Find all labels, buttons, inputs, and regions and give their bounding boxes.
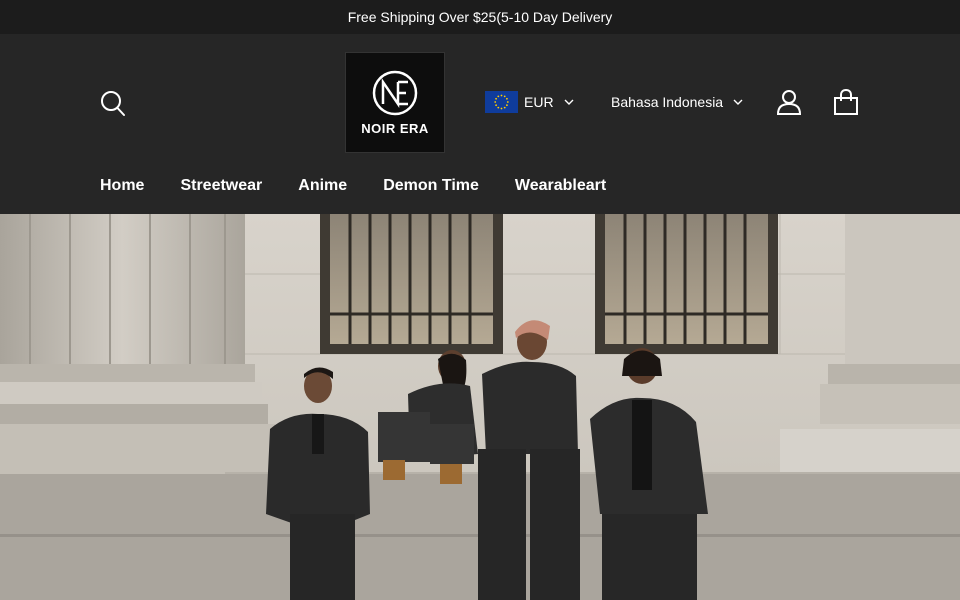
hero-banner[interactable]	[0, 214, 960, 600]
announcement-bar: Free Shipping Over $25⁣(5-10 Day Deliver…	[0, 0, 960, 34]
main-nav: Home Streetwear Anime Demon Time Wearabl…	[100, 176, 642, 196]
search-icon	[101, 91, 125, 116]
language-selector[interactable]: Bahasa Indonesia	[611, 90, 743, 114]
language-label: Bahasa Indonesia	[611, 94, 724, 110]
nav-item-home[interactable]: Home	[100, 177, 144, 195]
user-icon	[776, 90, 802, 115]
site-logo[interactable]: NOIR ERA	[345, 52, 445, 153]
chevron-down-icon	[564, 99, 574, 105]
logo-text: NOIR ERA	[361, 121, 429, 136]
nav-item-demon-time[interactable]: Demon Time	[383, 177, 479, 195]
currency-selector[interactable]: EUR	[485, 90, 574, 114]
logo-mark	[372, 70, 418, 116]
chevron-down-icon	[733, 99, 743, 105]
account-button[interactable]	[776, 89, 802, 115]
site-header: NOIR ERA EUR Bahasa Indonesia Home Stree…	[0, 34, 960, 214]
nav-item-streetwear[interactable]: Streetwear	[180, 177, 262, 195]
announcement-text: Free Shipping Over $25⁣(5-10 Day Deliver…	[347, 9, 613, 25]
cart-button[interactable]	[833, 88, 859, 116]
bag-icon	[834, 88, 858, 115]
nav-item-wearableart[interactable]: Wearableart	[515, 177, 606, 195]
eu-flag-icon	[485, 91, 518, 113]
nav-item-anime[interactable]: Anime	[298, 177, 347, 195]
hero-image	[0, 214, 960, 600]
currency-label: EUR	[524, 94, 554, 110]
search-button[interactable]	[100, 89, 126, 117]
